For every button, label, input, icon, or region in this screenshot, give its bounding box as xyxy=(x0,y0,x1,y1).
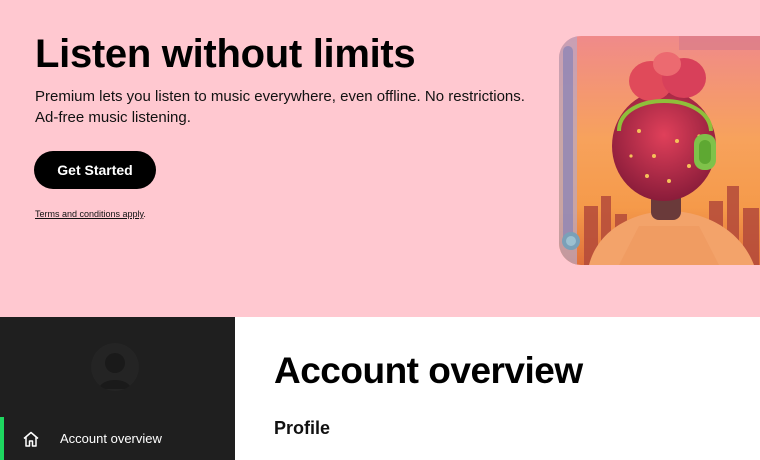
main-content: Account overview Profile xyxy=(235,317,760,460)
hero-title: Listen without limits xyxy=(35,32,416,76)
page-title: Account overview xyxy=(274,350,583,391)
profile-section-title: Profile xyxy=(274,418,331,438)
home-icon xyxy=(22,430,40,448)
user-silhouette-icon xyxy=(99,353,131,389)
active-indicator xyxy=(0,417,4,460)
hero-description: Premium lets you listen to music everywh… xyxy=(35,88,525,126)
premium-hero-banner: Listen without limits Premium lets you l… xyxy=(0,0,760,317)
sidebar: Account overview xyxy=(0,317,235,460)
terms-link[interactable]: Terms and conditions apply xyxy=(35,209,143,219)
terms-suffix: . xyxy=(143,209,146,219)
avatar[interactable] xyxy=(91,343,139,391)
sidebar-item-label: Account overview xyxy=(60,431,162,446)
hero-illustration xyxy=(559,36,760,265)
hero-illustration-art xyxy=(559,36,760,265)
terms-note: Terms and conditions apply. xyxy=(35,209,146,219)
sidebar-item-account-overview[interactable]: Account overview xyxy=(0,417,235,460)
get-started-button[interactable]: Get Started xyxy=(34,151,156,189)
